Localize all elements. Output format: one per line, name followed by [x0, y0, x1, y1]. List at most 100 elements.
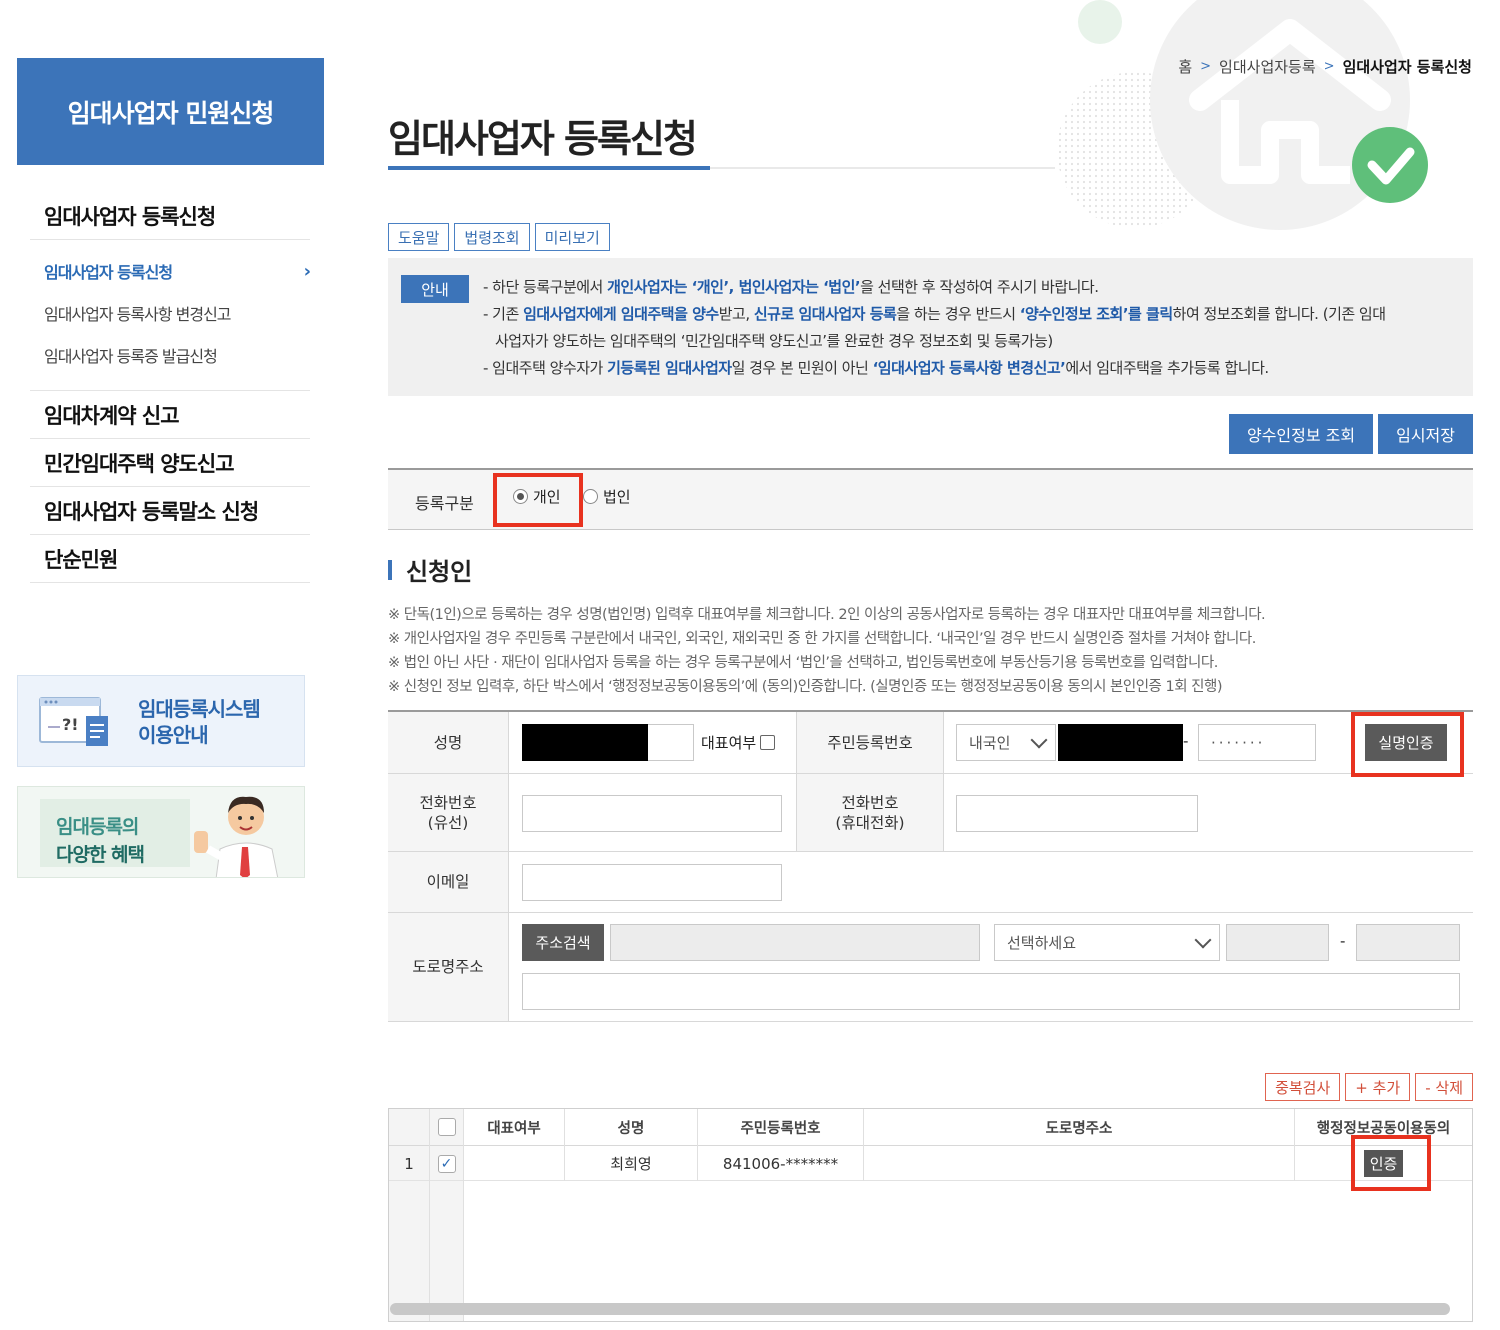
- rrn-type-select[interactable]: 내국인: [956, 724, 1056, 761]
- rep-checkbox[interactable]: [760, 735, 776, 750]
- rrn-dash: -: [1183, 732, 1189, 750]
- form-row-name: 성명 대표여부 주민등록번호 내국인 - ······· 실명인증: [388, 712, 1473, 777]
- banner-title-line2: 이용안내: [138, 723, 209, 747]
- notice-line-1: - 하단 등록구분에서 개인사업자는 ‘개인’, 법인사업자는 ‘법인’을 선택…: [483, 278, 1099, 296]
- highlight-box: [1351, 1135, 1431, 1191]
- row-checkbox-checked[interactable]: ✓: [437, 1154, 456, 1173]
- address-search-button[interactable]: 주소검색: [522, 924, 604, 961]
- registration-type-label: 등록구분: [415, 494, 474, 513]
- sidebar-item-register[interactable]: 임대사업자 등록신청: [30, 192, 310, 240]
- email-label: 이메일: [388, 852, 509, 912]
- address-road-input[interactable]: [610, 924, 980, 961]
- phone-label: 전화번호 (유선): [388, 774, 509, 851]
- grid-header-rep[interactable]: 대표여부: [464, 1109, 564, 1146]
- phone-input[interactable]: [522, 795, 782, 832]
- form-row-address: 도로명주소 주소검색 선택하세요 -: [388, 913, 1473, 1022]
- sidebar-header: 임대사업자 민원신청: [17, 58, 324, 165]
- usage-guide-banner[interactable]: ?! 임대등록시스템 이용안내: [17, 675, 305, 767]
- page-title: 임대사업자 등록신청: [388, 117, 698, 161]
- note-line: ※ 신청인 정보 입력후, 하단 박스에서 ‘행정정보공동이용동의’에 (동의)…: [388, 679, 1223, 695]
- add-row-button[interactable]: + 추가: [1345, 1073, 1411, 1101]
- sidebar-subitem-certificate[interactable]: 임대사업자 등록증 발급신청: [30, 334, 310, 376]
- document-help-icon: ?!: [39, 697, 108, 746]
- law-search-button[interactable]: 법령조회: [454, 223, 530, 251]
- sidebar-item-simple[interactable]: 단순민원: [30, 535, 310, 583]
- horizontal-scrollbar[interactable]: [390, 1303, 1450, 1315]
- mobile-input[interactable]: [956, 795, 1198, 832]
- registration-type-row: 등록구분 개인 법인: [388, 468, 1473, 530]
- radio-unchecked-icon[interactable]: [583, 489, 598, 504]
- note-line: ※ 법인 아닌 사단 · 재단이 임대사업자 등록을 하는 경우 등록구분에서 …: [388, 655, 1218, 671]
- toolbar: 도움말 법령조회 미리보기: [388, 223, 610, 251]
- action-buttons: 양수인정보 조회 임시저장: [1228, 414, 1473, 454]
- zip-input-2[interactable]: [1356, 924, 1460, 961]
- table-row-address: [864, 1147, 1294, 1181]
- temp-save-button[interactable]: 임시저장: [1378, 414, 1473, 454]
- svg-text:?!: ?!: [62, 715, 79, 734]
- note-line: ※ 단독(1인)으로 등록하는 경우 성명(법인명) 입력후 대표여부를 체크합…: [388, 607, 1266, 623]
- section-title-text: 신청인: [406, 558, 473, 586]
- redacted-block: [1058, 724, 1183, 761]
- grid-header-address[interactable]: 도로명주소: [864, 1109, 1294, 1146]
- list-buttons: 중복검사 + 추가 - 삭제: [1265, 1073, 1473, 1101]
- chevron-down-icon: [1030, 731, 1048, 749]
- house-check-illustration: [1057, 0, 1428, 230]
- table-row-name: 최희영: [565, 1147, 697, 1181]
- rep-label: 대표여부: [701, 734, 757, 752]
- rep-checkbox-group[interactable]: 대표여부: [701, 732, 776, 753]
- sidebar-subitem-change[interactable]: 임대사업자 등록사항 변경신고: [30, 292, 310, 334]
- section-marker: [388, 559, 392, 580]
- zip-input-1[interactable]: [1226, 924, 1329, 961]
- preview-button[interactable]: 미리보기: [534, 223, 610, 251]
- rrn-label: 주민등록번호: [796, 712, 944, 773]
- rrn-back-input[interactable]: ·······: [1198, 724, 1316, 761]
- benefits-banner[interactable]: 임대등록의 다양한 혜택: [17, 786, 305, 878]
- person-illustration: [194, 796, 279, 877]
- form-row-phone: 전화번호 (유선) 전화번호 (휴대전화): [388, 774, 1473, 852]
- sidebar-item-cancel[interactable]: 임대사업자 등록말소 신청: [30, 487, 310, 535]
- address-label: 도로명주소: [388, 913, 509, 1021]
- zip-dash: -: [1340, 932, 1346, 950]
- help-button[interactable]: 도움말: [388, 223, 450, 251]
- name-label: 성명: [388, 712, 509, 773]
- chevron-right-icon: >: [1323, 59, 1335, 74]
- note-line: ※ 개인사업자일 경우 주민등록 구분란에서 내국인, 외국인, 재외국민 중 …: [388, 631, 1256, 647]
- delete-row-button[interactable]: - 삭제: [1415, 1073, 1473, 1101]
- highlight-box: [1351, 712, 1464, 777]
- breadcrumb: 홈 > 임대사업자등록 > 임대사업자 등록신청: [1178, 56, 1472, 77]
- sidebar-subitem-label: 임대사업자 등록신청: [44, 263, 173, 282]
- table-row-no: 1: [389, 1147, 429, 1181]
- grid-header-rrn[interactable]: 주민등록번호: [698, 1109, 863, 1146]
- breadcrumb-home[interactable]: 홈: [1178, 56, 1192, 77]
- rrn-type-value: 내국인: [969, 734, 1011, 752]
- notice-line-4: - 임대주택 양수자가 기등록된 임대사업자일 경우 본 민원이 아닌 ‘임대사…: [483, 359, 1269, 377]
- banner2-line1: 임대등록의: [56, 816, 139, 838]
- grid-header-name[interactable]: 성명: [565, 1109, 697, 1146]
- grid-header-no: [389, 1109, 429, 1146]
- duplicate-check-button[interactable]: 중복검사: [1265, 1073, 1341, 1101]
- applicant-notes: ※ 단독(1인)으로 등록하는 경우 성명(법인명) 입력후 대표여부를 체크합…: [388, 603, 1266, 699]
- transferee-lookup-button[interactable]: 양수인정보 조회: [1228, 414, 1374, 454]
- sidebar-item-lease-report[interactable]: 임대차계약 신고: [30, 391, 310, 439]
- address-select-value: 선택하세요: [1007, 934, 1077, 952]
- email-input[interactable]: [522, 864, 782, 901]
- grid-header-check: [430, 1109, 463, 1146]
- table-row-check: ✓: [430, 1147, 463, 1181]
- sidebar-item-transfer-report[interactable]: 민간임대주택 양도신고: [30, 439, 310, 487]
- address-detail-input[interactable]: [522, 973, 1460, 1010]
- applicant-form: 성명 대표여부 주민등록번호 내국인 - ······· 실명인증 전화번호 (유…: [388, 710, 1473, 1022]
- chevron-right-icon: ›: [303, 260, 311, 282]
- mobile-label: 전화번호 (휴대전화): [796, 774, 944, 851]
- breadcrumb-level1[interactable]: 임대사업자등록: [1219, 56, 1316, 77]
- redacted-block: [522, 724, 648, 761]
- form-row-email: 이메일: [388, 852, 1473, 913]
- breadcrumb-current: 임대사업자 등록신청: [1342, 58, 1472, 76]
- radio-corporate[interactable]: 법인: [583, 486, 631, 507]
- table-row-rep: [464, 1147, 564, 1181]
- chevron-right-icon: >: [1200, 59, 1212, 74]
- address-select[interactable]: 선택하세요: [994, 924, 1220, 961]
- sidebar-subitem-register[interactable]: 임대사업자 등록신청 ›: [30, 250, 311, 292]
- select-all-checkbox[interactable]: [437, 1118, 456, 1136]
- notice-line-2: - 기존 임대사업자에게 임대주택을 양수받고, 신규로 임대사업자 등록을 하…: [483, 305, 1386, 323]
- title-underline: [388, 166, 710, 170]
